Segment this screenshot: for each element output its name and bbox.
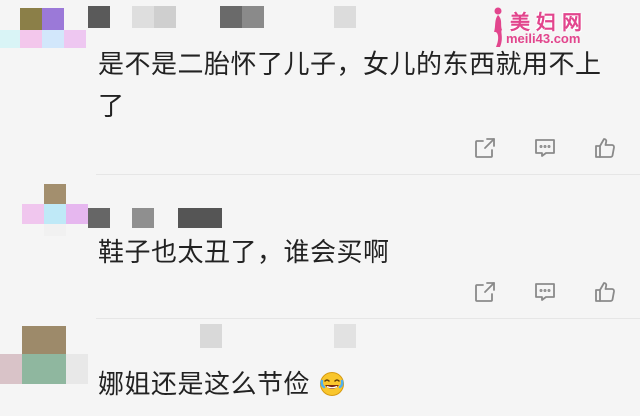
like-button[interactable]: [592, 135, 618, 161]
avatar[interactable]: [0, 184, 96, 238]
comment-actions: [472, 278, 618, 306]
avatar[interactable]: [0, 0, 96, 50]
comment-item: 鞋子也太丑了，谁会买啊: [0, 176, 640, 319]
comment-icon: [535, 283, 555, 301]
username[interactable]: [200, 324, 360, 350]
share-button[interactable]: [472, 135, 498, 161]
comment-icon: [535, 139, 555, 157]
comment-text: 鞋子也太丑了，谁会买啊: [98, 238, 390, 268]
share-icon: [475, 282, 495, 302]
share-icon: [475, 138, 495, 158]
thumbs-up-icon: [595, 282, 615, 302]
like-button[interactable]: [592, 279, 618, 305]
comment-text: 娜姐还是这么节俭: [98, 364, 610, 406]
thumbs-up-icon: [595, 138, 615, 158]
comment-actions: [472, 134, 618, 162]
avatar[interactable]: [0, 326, 96, 386]
username[interactable]: [88, 6, 358, 30]
comment-text-body: 娜姐还是这么节俭: [98, 370, 311, 400]
comment-item: 是不是二胎怀了儿子，女儿的东西就用不上了: [0, 0, 640, 175]
reply-button[interactable]: [532, 135, 558, 161]
reply-button[interactable]: [532, 279, 558, 305]
share-button[interactable]: [472, 279, 498, 305]
laughing-crying-emoji-icon: [319, 372, 344, 396]
comment-item: 娜姐还是这么节俭: [0, 320, 640, 416]
comment-text: 是不是二胎怀了儿子，女儿的东西就用不上了: [98, 50, 602, 122]
username[interactable]: [88, 208, 228, 230]
